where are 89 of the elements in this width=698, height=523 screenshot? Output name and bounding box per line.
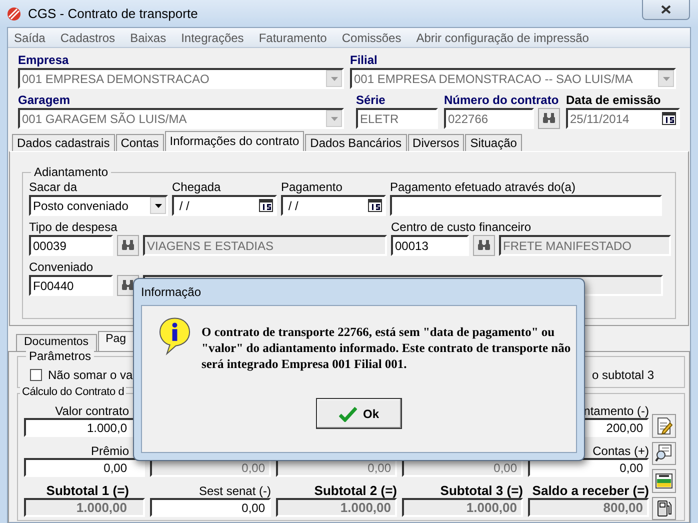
document-pencil-icon [655,416,673,435]
dialog-message: O contrato de transporte 22766, está sem "data de pagamento" ou "valor" do adiantamento informado. Este contrato de transporte não será integrado Empresa 001 Filial 001. [202,324,572,372]
tab[interactable]: Dados Bancários [305,134,407,151]
app-logo-icon [6,6,22,20]
calendar-icon [662,112,676,125]
field-label: Sacar da [29,180,78,195]
field-label: Pagamento [281,180,344,195]
group-title: Cálculo do Contrato d [20,386,126,398]
description-field: FRETE MANIFESTADO [499,235,671,256]
dropdown-arrow-icon [662,76,670,80]
menu-item[interactable]: Integrações [181,30,244,44]
card-icon [655,472,673,490]
tool-button[interactable] [652,496,676,520]
tool-button[interactable] [652,414,676,438]
field-label: Data de emissão [566,93,662,108]
code-field[interactable]: 00013 [391,235,469,256]
window-title: CGS - Contrato de transporte [28,6,198,21]
field-label: Contas (+) [592,444,649,458]
dialog-title: Informação [141,285,202,299]
calendar-button[interactable] [366,197,384,214]
binoculars-icon [477,240,491,251]
amount-field[interactable]: 0,00 [528,458,649,477]
field-label: Conveniado [29,260,94,275]
close-button[interactable] [642,0,690,20]
field-label: Valor contrato [54,404,130,418]
search-button[interactable] [117,235,139,256]
ok-button[interactable]: Ok [316,398,402,429]
dropdown-button[interactable] [150,197,166,214]
code-field[interactable]: 00039 [29,235,113,256]
tab[interactable]: Informações do contrato [164,131,304,151]
checkbox[interactable] [30,369,42,381]
option-label: o subtotal 3 [592,368,654,382]
checkmark-icon [338,406,357,422]
field-label: Garagem [18,93,72,108]
group-title: Adiantamento [31,165,112,179]
dropdown-field[interactable]: Posto conveniado [29,195,168,216]
field-label: Empresa [18,53,70,68]
dropdown-arrow-icon [330,76,338,80]
date-field[interactable]: / / [172,195,277,216]
menu-item[interactable]: Saída [14,30,46,44]
field-label: Pagamento efetuado através do(a) [390,180,576,195]
field-label: Tipo de despesa [29,220,118,235]
field-label: Número do contrato [444,93,560,108]
amount-field[interactable]: 0,00 [150,498,271,517]
menu-item[interactable]: Faturamento [258,30,327,44]
field-label: Chegada [172,180,222,195]
binoculars-icon [121,240,135,251]
calendar-icon [259,199,273,212]
tab[interactable]: Contas [116,134,164,151]
field-label: Centro de custo financeiro [391,220,532,235]
field-label: Subtotal 2 (=) [313,483,397,498]
field-label: Subtotal 1 (=) [45,483,130,498]
tab[interactable]: Situação [465,134,522,151]
field-label: Sest senat (-) [198,484,271,498]
tab[interactable]: Dados cadastrais [12,134,115,151]
menu-item[interactable]: Abrir configuração de impressão [416,30,589,44]
calendar-button[interactable] [257,197,275,214]
binoculars-icon [542,113,556,124]
date-field[interactable]: / / [281,195,386,216]
fuel-pump-icon [655,499,673,518]
group-title: Parâmetros [26,349,94,363]
description-field: VIAGENS E ESTADIAS [143,235,387,256]
tab[interactable]: Documentos [16,334,97,351]
field-label: Saldo a receber (=) [531,483,649,498]
dropdown-arrow-icon [154,204,162,208]
tool-button[interactable] [652,442,676,465]
field-label: Série [356,93,386,108]
search-button[interactable] [473,235,495,256]
menu-item[interactable]: Baixas [130,30,166,44]
field-label: ntamento (-) [582,404,649,418]
dropdown-arrow-icon [330,116,338,120]
calendar-icon [368,199,382,212]
field-label: Filial [350,53,378,68]
tab[interactable]: Diversos [408,134,464,151]
field-label: Subtotal 3 (=) [439,483,523,498]
code-field[interactable]: F00440 [29,275,113,296]
binoculars-icon [121,280,135,291]
menu-item[interactable]: Cadastros [60,30,116,44]
document-magnifier-icon [655,444,673,462]
text-field[interactable] [390,195,662,216]
info-icon [158,316,192,356]
tab[interactable]: Pag [98,331,134,351]
amount-field[interactable]: 0,00 [24,458,145,477]
tool-button[interactable] [652,469,676,492]
search-button[interactable] [538,108,560,129]
menu-item[interactable]: Comissões [342,30,402,44]
field-label: Prêmio [90,444,130,458]
close-icon [661,5,671,14]
checkbox-label: Não somar o va [48,368,133,382]
